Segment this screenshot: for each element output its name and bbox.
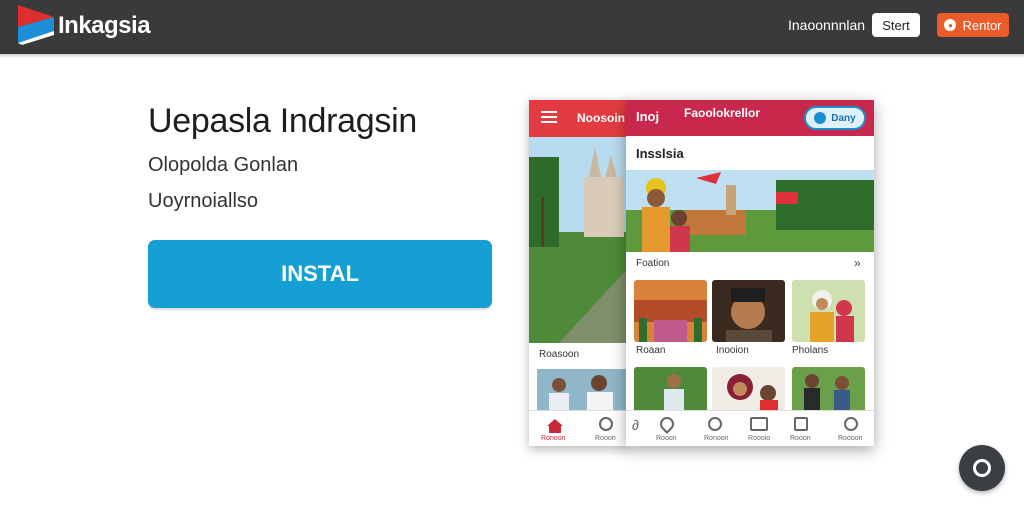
- nav-search-label[interactable]: Rooon: [595, 435, 616, 442]
- portrait-photo: [712, 280, 785, 342]
- thumbnail-card[interactable]: [712, 280, 785, 342]
- header-shadow: [0, 54, 1024, 58]
- header-pill-button[interactable]: Dany: [804, 106, 866, 130]
- image-icon[interactable]: [750, 417, 768, 431]
- bottom-navigation: ∂ Rooon Ronoon Roooio Rooon Roooon: [626, 410, 874, 446]
- chat-button[interactable]: [959, 445, 1005, 491]
- banner-photo[interactable]: [626, 170, 874, 252]
- section-label: Roasoon: [539, 349, 580, 360]
- app-header: Noosoin: [529, 100, 629, 137]
- nav-item-back[interactable]: ∂: [632, 417, 639, 433]
- chevron-right-icon[interactable]: »: [854, 256, 861, 270]
- thumbnail-label: Pholans: [792, 345, 829, 356]
- app-header-title: Faoolokrellor: [684, 106, 761, 120]
- nav-label[interactable]: Roooio: [748, 435, 770, 442]
- app-heading: Insslsia: [636, 146, 684, 161]
- orange-button-label: Rentor: [962, 17, 1002, 33]
- section-label: Foation: [636, 258, 670, 269]
- people-photo: [537, 369, 629, 414]
- phone-mockup-front: Inoj Faoolokrellor Dany Insslsia Foation…: [626, 100, 874, 446]
- thumbnail-label: Roaan: [636, 345, 666, 356]
- location-icon[interactable]: [657, 414, 677, 434]
- thumbnail-card[interactable]: [792, 280, 865, 342]
- nav-home-label[interactable]: Ronoon: [541, 435, 566, 442]
- nav-label[interactable]: Ronoon: [704, 435, 729, 442]
- start-button[interactable]: Stert: [872, 13, 920, 37]
- page-subtitle: Olopolda Gonlan: [148, 154, 299, 176]
- nav-link[interactable]: Inaoonnnlan: [788, 17, 865, 33]
- orange-action-button[interactable]: ● Rentor: [937, 13, 1009, 37]
- home-icon[interactable]: [547, 419, 563, 433]
- install-button[interactable]: INSTAL: [148, 240, 492, 308]
- globe-icon: [814, 112, 827, 124]
- page-subtitle-secondary: Uoyrnoiallso: [148, 190, 259, 212]
- chat-icon: [973, 459, 991, 477]
- nav-label[interactable]: Rooon: [790, 435, 811, 442]
- profile-icon[interactable]: [844, 417, 858, 431]
- temple-photo: [634, 280, 707, 342]
- group-photo: [792, 367, 865, 412]
- thumbnail-card[interactable]: [634, 280, 707, 342]
- page-title: Uepasla Indragsin: [148, 102, 417, 140]
- menu-icon[interactable]: [541, 111, 557, 123]
- top-navigation-bar: Inkagsia Inaoonnnlan Stert ● Rentor: [0, 0, 1024, 54]
- hijab-photo: [712, 367, 785, 412]
- header-left-label[interactable]: Inoj: [636, 109, 659, 124]
- app-header: Inoj Faoolokrellor Dany: [626, 100, 874, 136]
- bookmark-icon[interactable]: [794, 417, 808, 431]
- record-icon: ●: [944, 19, 957, 31]
- outdoor-photo: [634, 367, 707, 412]
- search-icon[interactable]: [599, 417, 613, 431]
- thumbnail-label: Inooion: [716, 345, 749, 356]
- bottom-navigation: Ronoon Rooon: [529, 410, 629, 446]
- pill-label: Dany: [831, 112, 856, 124]
- phone-mockup-back: Noosoin Roasoon Ronoon Rooon: [529, 100, 629, 446]
- search-icon[interactable]: [708, 417, 722, 431]
- family-photo: [792, 280, 865, 342]
- nav-label[interactable]: Roooon: [838, 435, 863, 442]
- nav-label[interactable]: Rooon: [656, 435, 677, 442]
- app-header-title: Noosoin: [577, 111, 625, 125]
- brand-logo-icon[interactable]: [18, 5, 54, 45]
- brand-name[interactable]: Inkagsia: [58, 12, 151, 40]
